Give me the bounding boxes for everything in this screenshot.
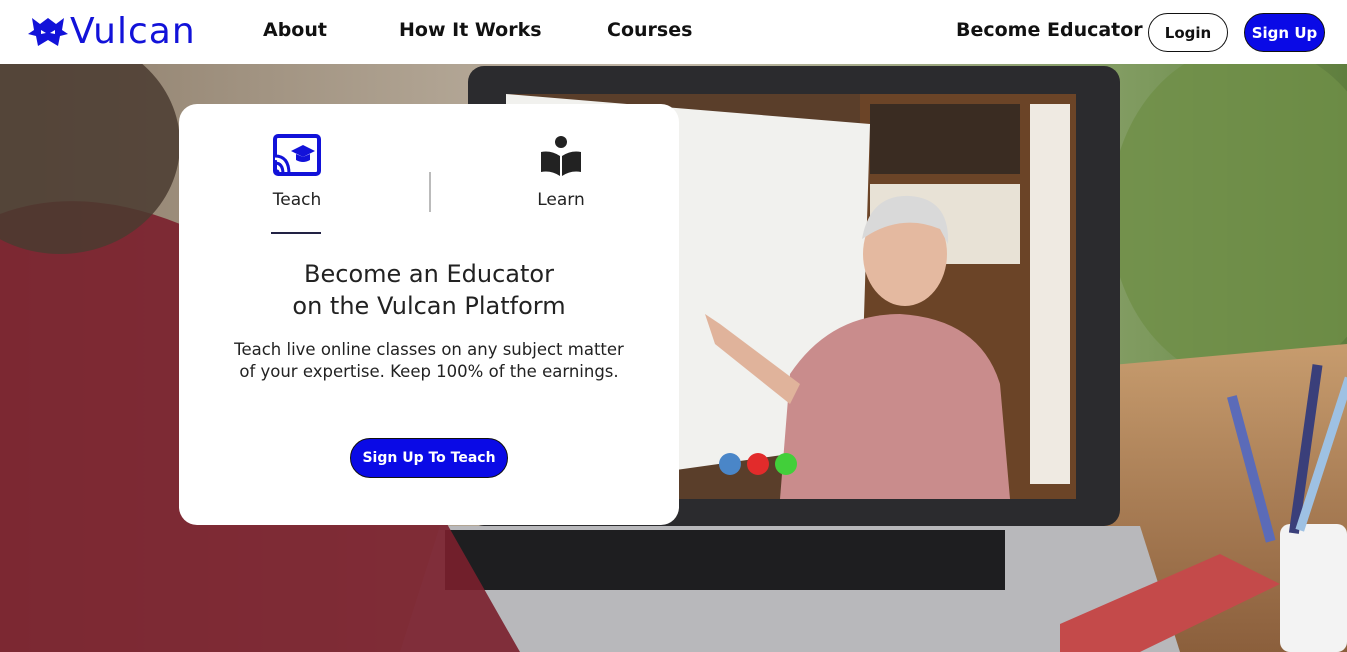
educator-card: Teach Learn Become an Educator on the Vu… <box>179 104 679 525</box>
tab-learn[interactable]: Learn <box>491 134 631 210</box>
vulcan-logo-icon <box>28 18 68 46</box>
cast-education-icon <box>273 134 321 176</box>
card-desc-line2: of your expertise. Keep 100% of the earn… <box>239 362 619 381</box>
active-tab-underline <box>271 232 321 234</box>
sign-up-to-teach-button[interactable]: Sign Up To Teach <box>350 438 508 478</box>
card-title: Become an Educator on the Vulcan Platfor… <box>179 258 679 322</box>
tab-learn-label: Learn <box>537 190 585 210</box>
tab-teach-label: Teach <box>272 190 322 210</box>
login-button[interactable]: Login <box>1148 13 1228 52</box>
nav-about[interactable]: About <box>263 19 327 41</box>
card-description: Teach live online classes on any subject… <box>199 339 659 383</box>
nav-how-it-works[interactable]: How It Works <box>399 19 542 41</box>
tab-teach[interactable]: Teach <box>227 134 367 210</box>
top-navbar: Vulcan About How It Works Courses Become… <box>0 0 1347 64</box>
logo-text: Vulcan <box>70 11 196 52</box>
reader-book-icon <box>541 136 581 176</box>
tab-divider <box>429 172 431 212</box>
card-title-line2: on the Vulcan Platform <box>292 292 566 320</box>
card-desc-line1: Teach live online classes on any subject… <box>234 340 624 359</box>
card-title-line1: Become an Educator <box>304 260 554 288</box>
vulcan-logo[interactable]: Vulcan <box>26 10 196 54</box>
signup-button[interactable]: Sign Up <box>1244 13 1325 52</box>
nav-courses[interactable]: Courses <box>607 19 692 41</box>
become-educator-link[interactable]: Become Educator <box>956 19 1143 41</box>
